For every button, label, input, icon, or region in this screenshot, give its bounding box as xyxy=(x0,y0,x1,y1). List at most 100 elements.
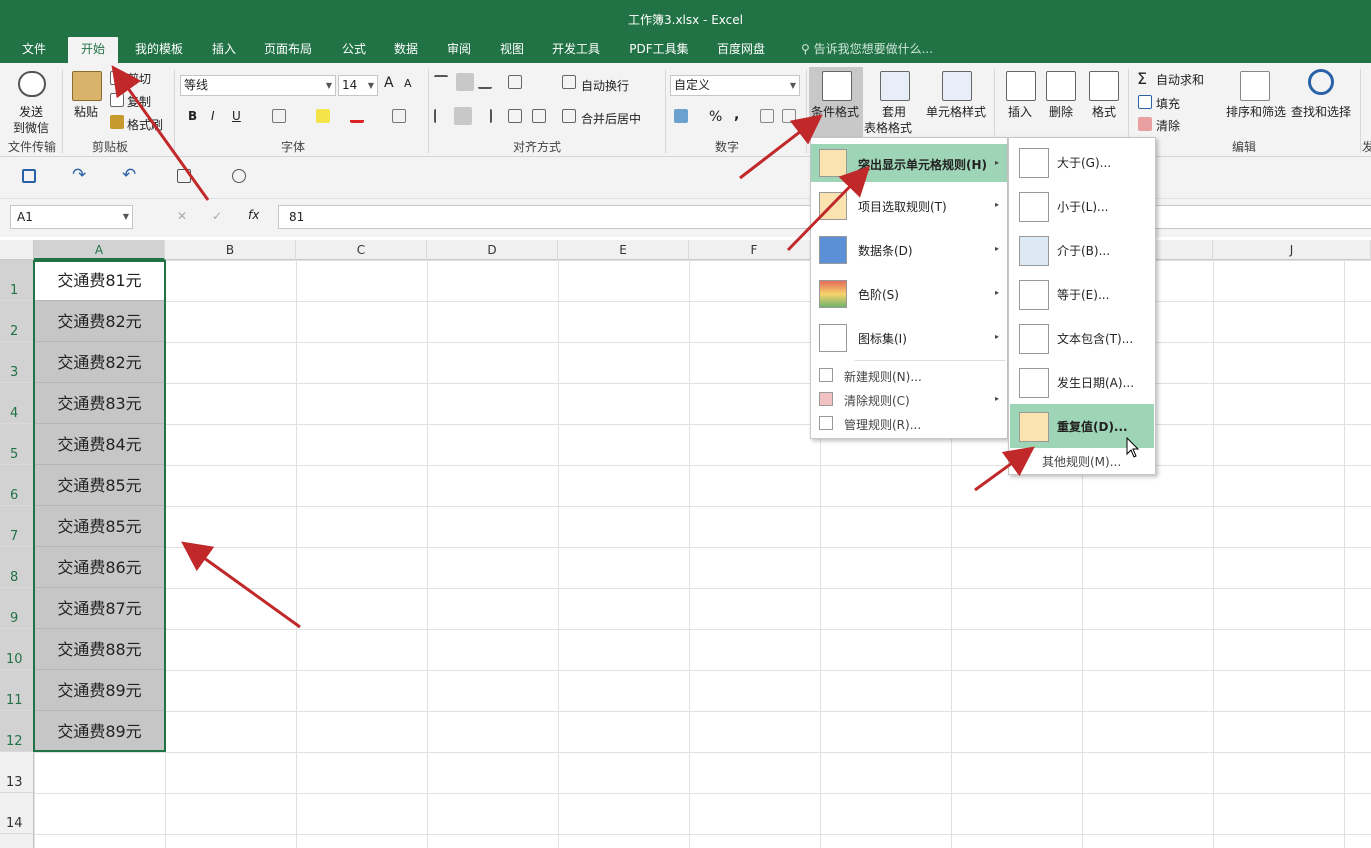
cell-grid[interactable] xyxy=(34,260,1371,848)
clear-button[interactable]: 清除 xyxy=(1156,117,1180,134)
comma-button[interactable]: , xyxy=(734,107,739,123)
phonetic-icon[interactable] xyxy=(392,109,406,123)
menu-item-icon-sets[interactable]: 图标集(I) ▸ xyxy=(811,316,1007,360)
submenu-item-less-than[interactable]: 小于(L)... xyxy=(1010,184,1154,228)
wrap-text-icon[interactable] xyxy=(562,75,576,89)
cell-a3[interactable]: 交通费82元 xyxy=(34,342,165,383)
wechat-icon[interactable] xyxy=(18,71,46,97)
menu-item-clear-rules[interactable]: 清除规则(C) ▸ xyxy=(811,388,1007,412)
delete-cells-icon[interactable] xyxy=(1046,71,1076,101)
format-cells-icon[interactable] xyxy=(1089,71,1119,101)
format-as-table-icon[interactable] xyxy=(880,71,910,101)
format-painter-icon[interactable] xyxy=(110,115,124,129)
cell-a1[interactable]: 交通费81元 xyxy=(34,260,165,301)
row-header[interactable]: 14 xyxy=(0,793,33,834)
paste-icon[interactable] xyxy=(72,71,102,101)
merge-center-button[interactable]: 合并后居中 xyxy=(581,110,641,127)
row-header[interactable]: 9 xyxy=(0,588,33,629)
format-painter-button[interactable]: 格式刷 xyxy=(127,116,163,133)
cell-styles-icon[interactable] xyxy=(942,71,972,101)
italic-button[interactable]: I xyxy=(211,109,215,123)
submenu-item-more-rules[interactable]: 其他规则(M)... xyxy=(1010,450,1154,472)
menu-item-new-rule[interactable]: 新建规则(N)... xyxy=(811,364,1007,388)
fill-down-icon[interactable] xyxy=(1138,95,1152,109)
magnifier-icon[interactable] xyxy=(1308,69,1334,95)
menu-item-data-bars[interactable]: 数据条(D) ▸ xyxy=(811,228,1007,272)
cell-a10[interactable]: 交通费88元 xyxy=(34,629,165,670)
align-left-icon[interactable] xyxy=(434,109,448,123)
sigma-icon[interactable]: Σ xyxy=(1137,69,1147,88)
menu-item-top-bottom-rules[interactable]: 项目选取规则(T) ▸ xyxy=(811,184,1007,228)
row-header[interactable]: 3 xyxy=(0,342,33,383)
tab-file[interactable]: 文件 xyxy=(12,37,56,63)
insert-cells-icon[interactable] xyxy=(1006,71,1036,101)
submenu-item-between[interactable]: 介于(B)... xyxy=(1010,228,1154,272)
row-header[interactable]: 11 xyxy=(0,670,33,711)
tab-home[interactable]: 开始 xyxy=(68,37,118,63)
print-preview-icon[interactable] xyxy=(177,169,191,183)
submenu-item-date-occurring[interactable]: 发生日期(A)... xyxy=(1010,360,1154,404)
cell-a6[interactable]: 交通费85元 xyxy=(34,465,165,506)
accounting-icon[interactable] xyxy=(674,109,688,123)
column-header[interactable]: C xyxy=(296,240,427,260)
tab-insert[interactable]: 插入 xyxy=(202,37,246,63)
undo-icon[interactable]: ↶ xyxy=(122,165,136,185)
save-icon[interactable] xyxy=(22,169,36,183)
tab-developer[interactable]: 开发工具 xyxy=(544,37,608,63)
cell-a7[interactable]: 交通费85元 xyxy=(34,506,165,547)
font-color-icon[interactable] xyxy=(350,109,364,123)
redo-icon[interactable]: ↷ xyxy=(72,165,86,185)
cell-a8[interactable]: 交通费86元 xyxy=(34,547,165,588)
tab-data[interactable]: 数据 xyxy=(384,37,428,63)
decrease-decimal-icon[interactable] xyxy=(782,109,796,123)
align-right-icon[interactable] xyxy=(478,109,492,123)
format-cells-label[interactable]: 格式 xyxy=(1092,103,1116,120)
submenu-item-duplicate-values[interactable]: 重复值(D)... xyxy=(1010,404,1154,448)
row-header[interactable]: 1 xyxy=(0,260,33,301)
tab-pdf-tools[interactable]: PDF工具集 xyxy=(622,37,696,63)
select-all-corner[interactable] xyxy=(0,240,34,260)
row-header[interactable]: 5 xyxy=(0,424,33,465)
cell-styles-label[interactable]: 单元格样式 xyxy=(926,103,986,120)
row-header[interactable]: 6 xyxy=(0,465,33,506)
autosum-button[interactable]: 自动求和 xyxy=(1156,71,1204,88)
format-as-table-label2[interactable]: 表格格式 xyxy=(864,119,912,136)
cell-a5[interactable]: 交通费84元 xyxy=(34,424,165,465)
eraser-icon[interactable] xyxy=(1138,117,1152,131)
menu-item-manage-rules[interactable]: 管理规则(R)... xyxy=(811,412,1007,436)
grow-font-button[interactable]: A xyxy=(384,75,394,91)
submenu-item-text-contains[interactable]: 文本包含(T)... xyxy=(1010,316,1154,360)
column-header[interactable]: E xyxy=(558,240,689,260)
name-box[interactable]: A1 ▼ xyxy=(10,205,133,229)
row-header[interactable]: 7 xyxy=(0,506,33,547)
tab-baidu-netdisk[interactable]: 百度网盘 xyxy=(708,37,774,63)
row-header[interactable]: 13 xyxy=(0,752,33,793)
underline-button[interactable]: U xyxy=(232,109,241,123)
cell-a4[interactable]: 交通费83元 xyxy=(34,383,165,424)
column-header[interactable]: D xyxy=(427,240,558,260)
cell-a11[interactable]: 交通费89元 xyxy=(34,670,165,711)
scissors-icon[interactable] xyxy=(110,71,124,85)
cell-a2[interactable]: 交通费82元 xyxy=(34,301,165,342)
zoom-preview-icon[interactable] xyxy=(232,169,246,183)
increase-decimal-icon[interactable] xyxy=(760,109,774,123)
align-bottom-icon[interactable] xyxy=(478,75,492,89)
shrink-font-button[interactable]: A xyxy=(404,77,412,90)
menu-item-highlight-rules[interactable]: 突出显示单元格规则(H) ▸ xyxy=(811,144,1007,182)
fx-button[interactable]: fx xyxy=(248,208,259,222)
copy-icon[interactable] xyxy=(110,93,124,107)
percent-button[interactable]: % xyxy=(709,109,722,125)
copy-button[interactable]: 复制 xyxy=(127,93,151,110)
cell-a9[interactable]: 交通费87元 xyxy=(34,588,165,629)
menu-item-color-scales[interactable]: 色阶(S) ▸ xyxy=(811,272,1007,316)
font-name-select[interactable]: 等线 ▼ xyxy=(180,75,336,96)
tab-my-templates[interactable]: 我的模板 xyxy=(128,37,190,63)
column-header[interactable]: F xyxy=(689,240,820,260)
row-header[interactable]: 4 xyxy=(0,383,33,424)
font-size-select[interactable]: 14 ▼ xyxy=(338,75,378,96)
sort-filter-label[interactable]: 排序和筛选 xyxy=(1226,103,1286,120)
tab-page-layout[interactable]: 页面布局 xyxy=(256,37,320,63)
sort-filter-icon[interactable] xyxy=(1240,71,1270,101)
submenu-item-greater-than[interactable]: 大于(G)... xyxy=(1010,140,1154,184)
align-middle-icon[interactable] xyxy=(456,73,474,91)
